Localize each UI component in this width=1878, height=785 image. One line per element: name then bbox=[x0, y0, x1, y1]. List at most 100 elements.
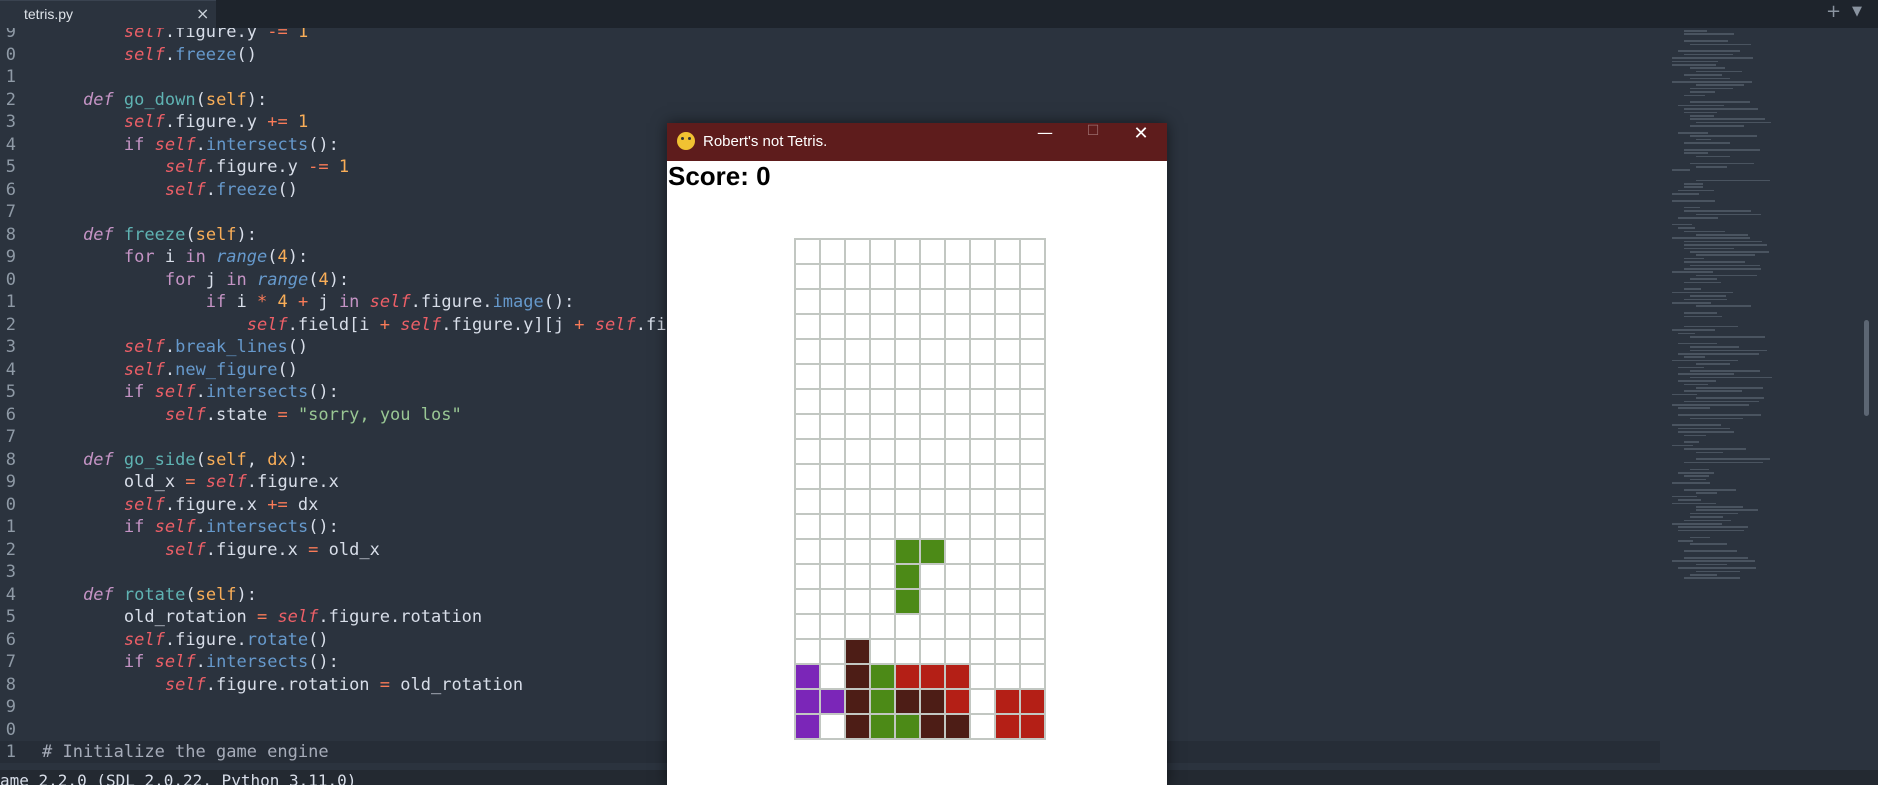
board-cell bbox=[919, 263, 946, 290]
board-cell bbox=[794, 338, 821, 365]
tetris-block bbox=[944, 663, 971, 690]
tetris-block bbox=[919, 713, 946, 740]
close-button[interactable]: ✕ bbox=[1117, 123, 1165, 161]
board-cell bbox=[869, 263, 896, 290]
board-cell bbox=[794, 438, 821, 465]
board-cell bbox=[794, 388, 821, 415]
board-cell bbox=[919, 638, 946, 665]
board-cell bbox=[819, 488, 846, 515]
minimap-line bbox=[1684, 577, 1741, 579]
minimap-line bbox=[1672, 237, 1750, 239]
code-text: old_x = self.figure.x bbox=[42, 472, 339, 492]
board-cell bbox=[794, 638, 821, 665]
board-cell bbox=[1019, 388, 1046, 415]
tetris-block bbox=[944, 688, 971, 715]
minimap-line bbox=[1690, 417, 1743, 420]
minimap-line bbox=[1678, 50, 1741, 52]
board-cell bbox=[994, 238, 1021, 265]
minimap-line bbox=[1672, 60, 1719, 63]
board-cell bbox=[1019, 538, 1046, 565]
board-cell bbox=[869, 588, 896, 615]
minimap-line bbox=[1684, 183, 1703, 185]
minimap-line bbox=[1690, 135, 1757, 137]
board-cell bbox=[944, 363, 971, 390]
tab-menu-chevron-down-icon[interactable]: ▼ bbox=[1852, 4, 1862, 19]
new-tab-plus-icon[interactable]: + bbox=[1826, 1, 1841, 22]
minimize-button[interactable]: — bbox=[1021, 123, 1069, 161]
board-cell bbox=[794, 513, 821, 540]
board-cell bbox=[994, 363, 1021, 390]
minimap-line bbox=[1678, 540, 1693, 542]
board-cell bbox=[819, 638, 846, 665]
minimap-line bbox=[1690, 77, 1730, 80]
tetris-block bbox=[919, 688, 946, 715]
board-cell bbox=[869, 488, 896, 515]
board-cell bbox=[844, 413, 871, 440]
tab-tetris-py[interactable]: tetris.py × bbox=[0, 0, 216, 28]
minimap-line bbox=[1672, 169, 1690, 171]
minimap-line bbox=[1672, 193, 1699, 195]
code-text: self.figure.x = old_x bbox=[164, 539, 380, 560]
line-number: 0 bbox=[5, 269, 16, 290]
minimap-line bbox=[1678, 414, 1762, 416]
line-number: 9 bbox=[5, 28, 16, 42]
board-cell bbox=[894, 263, 921, 290]
tab-close-icon[interactable]: × bbox=[196, 4, 209, 23]
board-cell bbox=[944, 613, 971, 640]
editor-scrollbar[interactable] bbox=[1864, 320, 1869, 416]
board-cell bbox=[994, 563, 1021, 590]
board-cell bbox=[944, 488, 971, 515]
code-text: self.figure.y -= 1 bbox=[164, 157, 350, 177]
minimap-line bbox=[1678, 499, 1701, 501]
minimap-line bbox=[1684, 149, 1761, 151]
board-cell bbox=[994, 338, 1021, 365]
board-cell bbox=[969, 263, 996, 290]
minimap-line bbox=[1690, 336, 1765, 338]
tab-label: tetris.py bbox=[24, 6, 74, 22]
board-cell bbox=[844, 513, 871, 540]
board-cell bbox=[969, 388, 996, 415]
board-cell bbox=[894, 488, 921, 515]
tetris-board[interactable] bbox=[794, 238, 1046, 740]
board-cell bbox=[969, 363, 996, 390]
board-cell bbox=[844, 363, 871, 390]
code-text: self.figure.rotation = old_rotation bbox=[164, 674, 524, 695]
board-cell bbox=[969, 588, 996, 615]
minimap-line bbox=[1684, 390, 1742, 392]
minimap[interactable] bbox=[1672, 28, 1824, 588]
minimap-line bbox=[1684, 240, 1763, 243]
board-cell bbox=[869, 563, 896, 590]
minimap-line bbox=[1672, 271, 1713, 273]
tetris-block bbox=[994, 688, 1021, 715]
code-text: # Initialize the game engine bbox=[42, 742, 329, 762]
board-cell bbox=[869, 338, 896, 365]
board-cell bbox=[969, 563, 996, 590]
board-cell bbox=[919, 513, 946, 540]
board-cell bbox=[919, 313, 946, 340]
line-number: 1 bbox=[5, 67, 16, 87]
tetris-block bbox=[894, 563, 921, 590]
board-cell bbox=[844, 238, 871, 265]
minimap-line bbox=[1690, 349, 1768, 352]
line-number: 7 bbox=[5, 652, 16, 672]
minimap-line bbox=[1696, 451, 1723, 454]
board-cell bbox=[944, 288, 971, 315]
board-cell bbox=[819, 588, 846, 615]
board-cell bbox=[894, 238, 921, 265]
board-cell bbox=[894, 363, 921, 390]
tetris-block bbox=[844, 663, 871, 690]
board-cell bbox=[1019, 363, 1046, 390]
minimap-line bbox=[1696, 563, 1728, 566]
code-text: if self.intersects(): bbox=[123, 652, 339, 672]
board-cell bbox=[994, 663, 1021, 690]
maximize-button[interactable]: ☐ bbox=[1069, 123, 1117, 161]
minimap-line bbox=[1690, 115, 1715, 117]
code-text: if i * 4 + j in self.figure.image(): bbox=[205, 292, 575, 312]
minimap-line bbox=[1678, 342, 1718, 345]
minimap-line bbox=[1672, 223, 1692, 226]
minimap-line bbox=[1684, 186, 1704, 188]
minimap-line bbox=[1684, 268, 1761, 270]
board-cell bbox=[869, 363, 896, 390]
minimap-line bbox=[1690, 278, 1717, 280]
game-window-titlebar[interactable]: Robert's not Tetris. — ☐ ✕ bbox=[667, 123, 1167, 161]
